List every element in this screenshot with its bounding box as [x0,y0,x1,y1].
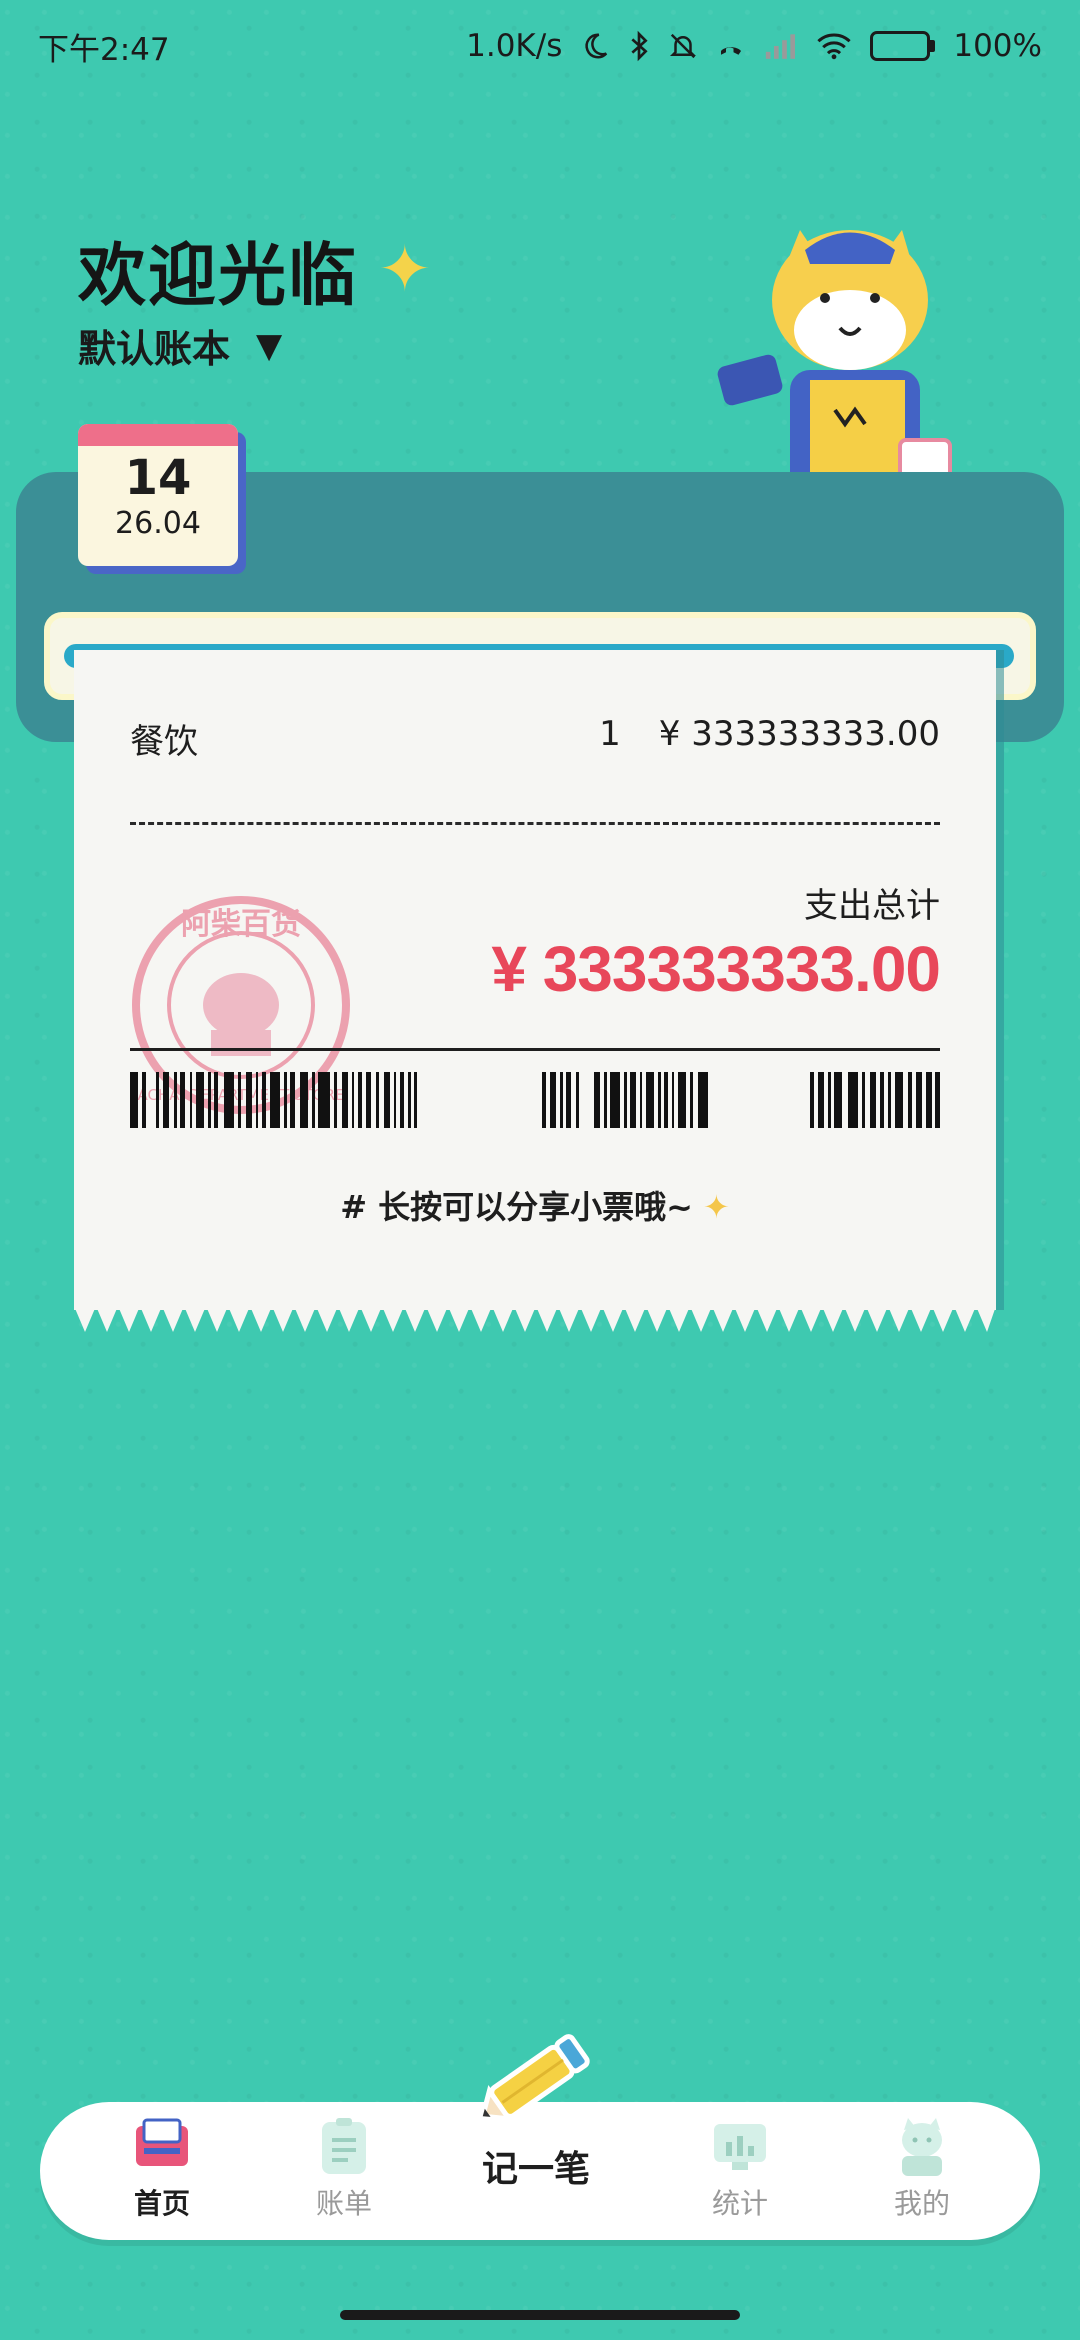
page-title: 欢迎光临 ✦ [78,220,434,319]
status-icons: 1.0K/s 100% [466,28,1042,64]
add-record-button[interactable]: 记一笔 [436,2024,636,2214]
nav-mine[interactable]: 我的 [862,2116,982,2222]
dashed-divider [130,822,940,825]
total-amount: ¥ 333333333.00 [491,933,941,1005]
barcode [130,1072,940,1128]
sparkle-icon: ✦ [702,1188,730,1226]
share-tip-text: # 长按可以分享小票哦~ [340,1188,693,1226]
battery-percent: 100% [953,28,1042,64]
nav-stats-label: 统计 [711,2187,768,2220]
ledger-selector[interactable]: 默认账本 ▼ [78,318,282,373]
add-record-label: 记一笔 [481,2149,590,2190]
nav-mine-label: 我的 [893,2187,950,2220]
sparkle-icon: ✦ [378,232,434,307]
receipt-torn-edge [74,1306,996,1332]
battery-icon [870,31,936,61]
moon-icon [580,31,610,61]
welcome-text: 欢迎光临 [78,237,359,316]
date-calendar[interactable]: 14 26.04 [78,424,238,566]
nav-home[interactable]: 首页 [102,2116,222,2222]
ledger-name: 默认账本 [78,327,231,371]
home-indicator[interactable] [340,2310,740,2320]
nav-bills-label: 账单 [315,2187,372,2220]
solid-divider [130,1048,940,1051]
nav-bills[interactable]: 账单 [284,2116,404,2222]
pencil-icon [479,2034,590,2122]
calendar-top-bar [78,424,238,446]
home-icon [136,2118,188,2166]
calendar-date: 26.04 [115,506,201,541]
call-icon [716,31,746,61]
item-count: 1 [599,714,621,754]
bills-icon [322,2118,366,2174]
calendar-day: 14 [124,450,192,506]
receipt-card[interactable]: 餐饮 1 ¥ 333333333.00 阿柴百货 ACHAI DEPARTMEN… [74,650,996,1310]
network-speed: 1.0K/s [466,28,563,64]
share-tip: # 长按可以分享小票哦~ ✦ [74,1182,996,1228]
bluetooth-icon [628,30,650,62]
item-category: 餐饮 [130,722,198,762]
nav-stats[interactable]: 统计 [680,2116,800,2222]
wifi-icon [816,31,852,61]
total-label: 支出总计 [804,886,940,926]
status-bar: 下午2:47 1.0K/s 100% [0,0,1080,92]
item-amount: ¥ 333333333.00 [658,714,940,754]
signal-icon [764,32,798,60]
stats-icon [714,2124,766,2170]
caret-down-icon: ▼ [256,325,283,366]
nav-home-label: 首页 [133,2187,190,2220]
profile-icon [902,2118,942,2176]
status-time: 下午2:47 [38,31,170,68]
svg-text:阿柴百货: 阿柴百货 [181,907,301,942]
receipt-line-item: 餐饮 1 ¥ 333333333.00 [130,714,940,763]
bell-off-icon [668,31,698,61]
